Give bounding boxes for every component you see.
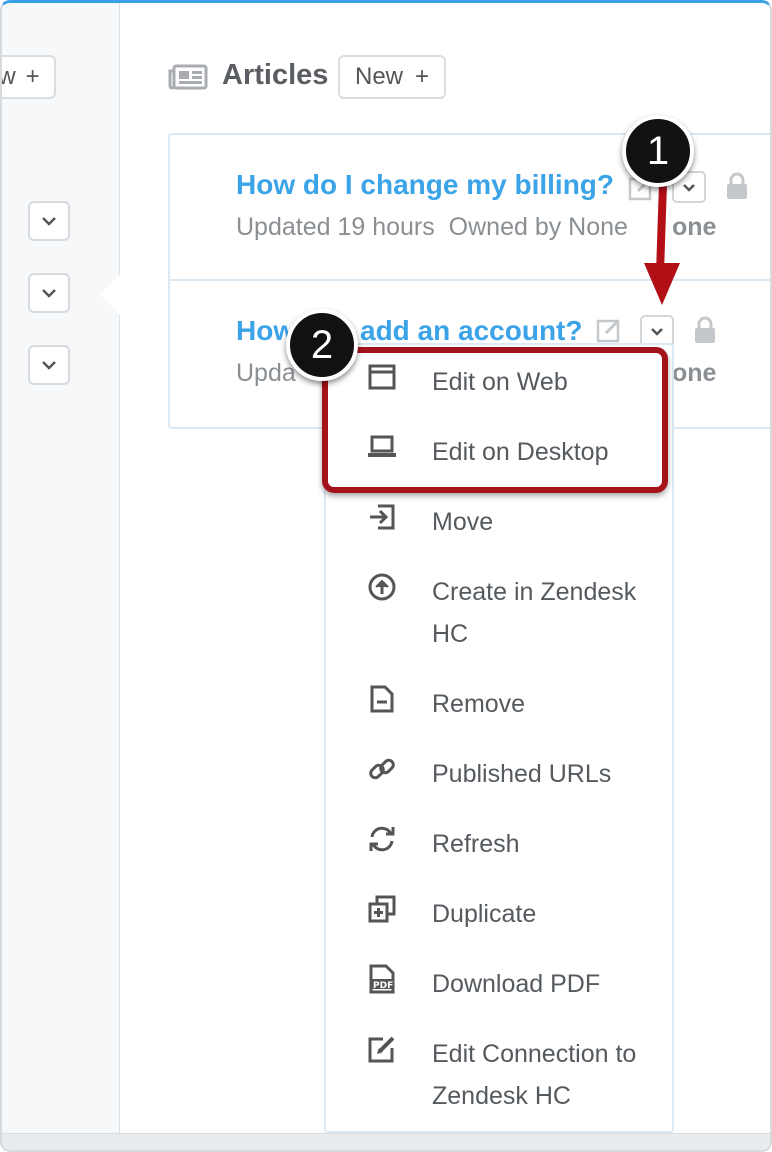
horizontal-scrollbar[interactable] [2,1133,770,1150]
sidebar: w + [2,3,120,1133]
menu-item-label: Download PDF [432,970,601,998]
sidebar-expand-button[interactable] [28,345,70,385]
annotation-highlight-box [322,347,668,493]
callout-badge-2: 2 [286,309,358,381]
annotation-arrow-icon [644,183,680,305]
sidebar-new-button[interactable]: w + [0,55,56,99]
menu-item-label: Create in Zendesk HC [432,578,637,648]
edit-icon[interactable] [596,317,622,343]
article-title-link[interactable]: How do I change my billing? [236,169,614,201]
document-minus-icon [366,683,398,715]
chevron-down-icon [651,327,663,336]
menu-item-label: Edit Connection to Zendesk HC [432,1040,637,1110]
edit-square-icon [366,1033,398,1065]
new-article-label: New [354,63,403,90]
menu-item-label: Refresh [432,830,520,858]
menu-item-label: Remove [432,690,526,718]
refresh-icon [366,823,398,855]
duplicate-icon [366,893,398,925]
plus-icon: + [25,63,40,90]
chevron-down-icon [42,289,56,298]
callout-badge-1: 1 [622,115,694,187]
chevron-down-icon [42,217,56,226]
pdf-file-icon: PDF [366,963,398,995]
sidebar-new-label: w [0,63,16,90]
newspaper-icon [168,64,208,90]
article-owner-tail: one [672,359,717,387]
menu-item-label: Move [432,508,494,536]
article-updated: Upda [236,359,296,387]
page-title: Articles [222,59,329,91]
article-owner: Owned by None [448,213,628,241]
sidebar-selection-pointer [100,273,122,317]
menu-item-label: Published URLs [432,760,612,788]
link-icon [366,753,398,785]
upload-circle-icon [366,571,398,603]
svg-text:PDF: PDF [373,981,393,991]
lock-icon [695,316,715,343]
new-article-button[interactable]: New + [338,55,446,99]
app-window: w + Articles New + How do I change my bi… [0,0,772,1152]
move-in-icon [366,501,398,533]
sidebar-expand-button[interactable] [28,273,70,313]
article-updated: Updated 19 hours [236,213,435,241]
plus-icon: + [415,63,430,90]
menu-item-label: Duplicate [432,900,537,928]
sidebar-expand-button[interactable] [28,201,70,241]
article-meta: Updated 19 hours Owned by None [236,213,628,242]
lock-icon [727,172,747,199]
chevron-down-icon [42,361,56,370]
